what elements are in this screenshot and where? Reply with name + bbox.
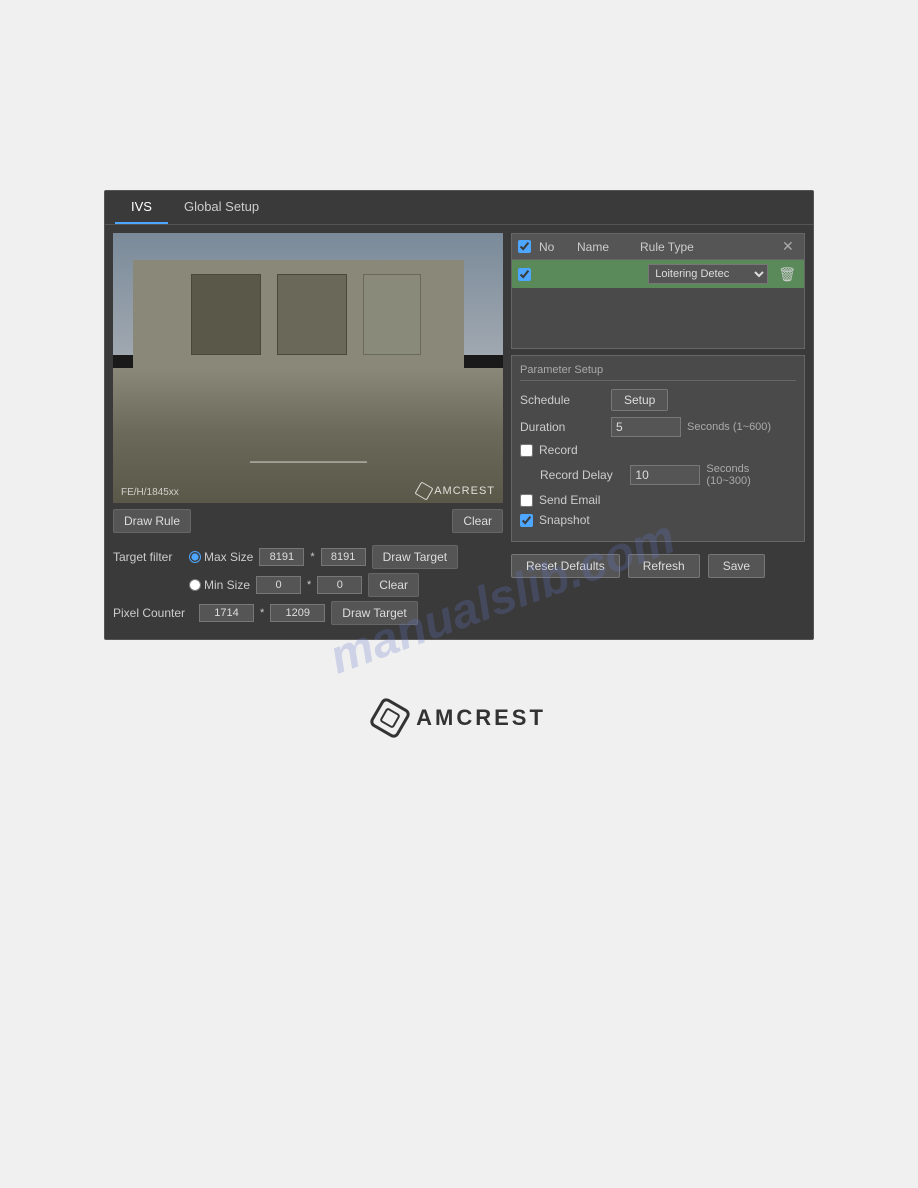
clear-target-button[interactable]: Clear [368, 573, 419, 597]
target-filter-section: Target filter Max Size 8191 * 8191 Draw … [113, 539, 503, 631]
duration-label: Duration [520, 420, 605, 434]
schedule-label: Schedule [520, 393, 605, 407]
rule-type-select[interactable]: Loitering Detec Tripwire Intrusion Fast … [648, 264, 768, 284]
camera-background [113, 233, 503, 503]
parameter-setup-title: Parameter Setup [520, 364, 796, 381]
min-size-label: Min Size [204, 578, 250, 592]
record-checkbox-row: Record [520, 443, 796, 457]
rule-row-checkbox[interactable] [518, 268, 531, 281]
cam-logo-hex-icon [415, 481, 434, 500]
clear-rule-button[interactable]: Clear [452, 509, 503, 533]
parameter-setup: Parameter Setup Schedule Setup Duration … [511, 355, 805, 542]
rule-select-all-checkbox[interactable] [518, 240, 531, 253]
draw-rule-button[interactable]: Draw Rule [113, 509, 191, 533]
logo-hex-icon [372, 700, 408, 736]
record-delay-hint: Seconds (10~300) [706, 463, 796, 487]
page-wrapper: IVS Global Setup FE/H [0, 20, 918, 776]
cam-ground [113, 368, 503, 503]
bottom-buttons: Reset Defaults Refresh Save [511, 554, 805, 578]
max-size-label: Max Size [204, 550, 253, 564]
schedule-row: Schedule Setup [520, 389, 796, 411]
rule-table-wrapper: No Name Rule Type ✕ [511, 233, 805, 349]
tab-ivs[interactable]: IVS [115, 191, 168, 224]
cam-logo-text: AMCREST [434, 485, 495, 497]
duration-input[interactable]: 5 [611, 417, 681, 437]
cam-logo: AMCREST [417, 484, 495, 498]
rule-col-no-header: No [539, 240, 569, 254]
tab-global-setup[interactable]: Global Setup [168, 191, 275, 224]
send-email-row: Send Email [520, 493, 796, 507]
max-size-height-input[interactable]: 8191 [321, 548, 366, 566]
setup-button[interactable]: Setup [611, 389, 668, 411]
save-button[interactable]: Save [708, 554, 765, 578]
duration-row: Duration 5 Seconds (1~600) [520, 417, 796, 437]
rule-table-row: Loitering Detec Tripwire Intrusion Fast … [512, 260, 804, 288]
send-email-label: Send Email [539, 493, 600, 507]
tab-bar: IVS Global Setup [105, 191, 813, 225]
main-panel: IVS Global Setup FE/H [104, 190, 814, 640]
rule-table-header: No Name Rule Type ✕ [512, 234, 804, 260]
target-filter-label: Target filter [113, 550, 183, 564]
snapshot-row: Snapshot [520, 513, 796, 527]
rule-col-action-header: ✕ [778, 238, 798, 255]
target-filter-min-row: Min Size 0 * 0 Clear [113, 571, 503, 599]
reset-defaults-button[interactable]: Reset Defaults [511, 554, 620, 578]
pixel-counter-separator: * [260, 607, 264, 619]
rule-delete-button[interactable]: 🗑 [776, 266, 798, 283]
pixel-counter-label: Pixel Counter [113, 606, 193, 620]
target-filter-max-row: Target filter Max Size 8191 * 8191 Draw … [113, 543, 503, 571]
record-delay-input[interactable]: 10 [630, 465, 700, 485]
draw-rule-row: Draw Rule Clear [113, 503, 503, 539]
right-panel: No Name Rule Type ✕ [511, 233, 805, 631]
refresh-button[interactable]: Refresh [628, 554, 700, 578]
snapshot-label: Snapshot [539, 513, 590, 527]
rule-table: No Name Rule Type ✕ [511, 233, 805, 349]
left-panel: FE/H/1845xx AMCREST Draw Rule Clear Targ… [113, 233, 503, 631]
bottom-logo-text: AMCREST [416, 705, 546, 731]
pixel-counter-y-input[interactable]: 1209 [270, 604, 325, 622]
camera-view: FE/H/1845xx AMCREST [113, 233, 503, 503]
rule-col-type-header: Rule Type [640, 240, 770, 254]
max-size-separator: * [310, 551, 314, 563]
min-size-separator: * [307, 579, 311, 591]
min-size-height-input[interactable]: 0 [317, 576, 362, 594]
rule-table-footer [512, 288, 804, 348]
pixel-counter-x-input[interactable]: 1714 [199, 604, 254, 622]
record-checkbox[interactable] [520, 444, 533, 457]
snapshot-checkbox[interactable] [520, 514, 533, 527]
bottom-logo: AMCREST [372, 700, 546, 736]
min-size-width-input[interactable]: 0 [256, 576, 301, 594]
rule-col-name-header: Name [577, 240, 632, 254]
cam-door1 [191, 274, 261, 355]
duration-hint: Seconds (1~600) [687, 421, 771, 433]
min-size-radio[interactable] [189, 579, 201, 591]
record-delay-label: Record Delay [540, 468, 624, 482]
cam-overlay-text: FE/H/1845xx [121, 487, 179, 498]
record-label: Record [539, 443, 578, 457]
cam-road-line [249, 461, 366, 463]
max-size-radio-label[interactable]: Max Size [189, 550, 253, 564]
content-area: FE/H/1845xx AMCREST Draw Rule Clear Targ… [105, 225, 813, 639]
send-email-checkbox[interactable] [520, 494, 533, 507]
add-rule-button[interactable]: ✕ [778, 238, 798, 255]
max-size-width-input[interactable]: 8191 [259, 548, 304, 566]
cam-door3 [363, 274, 422, 355]
record-delay-row: Record Delay 10 Seconds (10~300) [520, 463, 796, 487]
pixel-counter-row: Pixel Counter 1714 * 1209 Draw Target [113, 599, 503, 627]
cam-door2 [277, 274, 347, 355]
draw-target-max-button[interactable]: Draw Target [372, 545, 458, 569]
min-size-radio-label[interactable]: Min Size [189, 578, 250, 592]
draw-target-pixel-button[interactable]: Draw Target [331, 601, 417, 625]
max-size-radio[interactable] [189, 551, 201, 563]
